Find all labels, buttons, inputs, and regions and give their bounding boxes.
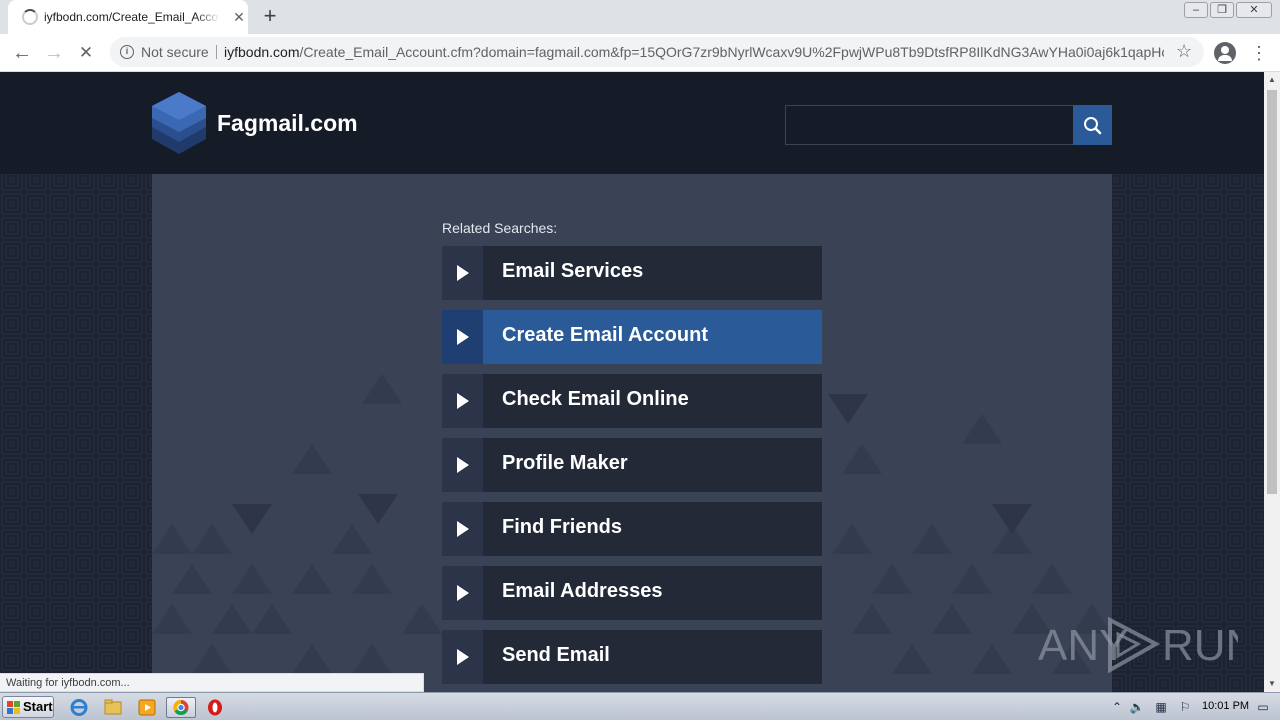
related-search-item[interactable]: Email Services — [442, 246, 822, 300]
opera-icon[interactable] — [200, 697, 230, 718]
related-search-item[interactable]: Profile Maker — [442, 438, 822, 492]
start-button[interactable]: Start — [2, 696, 54, 718]
content-panel: Related Searches: Email Services Create E… — [152, 174, 1112, 692]
tab-strip: iyfbodn.com/Create_Email_Account.cfm?dom… — [0, 0, 1280, 34]
info-icon[interactable]: i — [120, 45, 134, 59]
show-hidden-icons-icon[interactable]: ⌃ — [1109, 699, 1125, 715]
internet-explorer-icon[interactable] — [64, 697, 94, 718]
play-arrow-icon — [457, 521, 469, 537]
play-arrow-icon — [457, 457, 469, 473]
related-search-label: Create Email Account — [502, 324, 708, 346]
scroll-down-icon[interactable]: ▼ — [1264, 676, 1280, 692]
related-search-item[interactable]: Send Email — [442, 630, 822, 684]
media-player-icon[interactable] — [132, 697, 162, 718]
site-search-button[interactable] — [1073, 105, 1112, 145]
site-name[interactable]: Fagmail.com — [217, 110, 358, 137]
watermark-right-text: RUN — [1162, 621, 1238, 670]
show-desktop-icon[interactable]: ▭ — [1255, 699, 1271, 715]
address-bar[interactable]: i Not secure iyfbodn.com/Create_Email_Ac… — [110, 37, 1204, 67]
stop-loading-button[interactable]: ✕ — [73, 40, 99, 66]
anyrun-watermark-logo: ANY RUN — [1038, 616, 1238, 674]
tab-close-icon[interactable]: ✕ — [230, 8, 248, 26]
url-text[interactable]: iyfbodn.com/Create_Email_Account.cfm?dom… — [224, 44, 1164, 60]
arrow-box — [442, 566, 483, 620]
site-search-input[interactable] — [785, 105, 1074, 145]
search-icon — [1084, 117, 1102, 135]
related-search-label: Find Friends — [502, 516, 622, 538]
status-bubble: Waiting for iyfbodn.com... — [0, 673, 424, 692]
arrow-box — [442, 310, 483, 364]
play-arrow-icon — [457, 393, 469, 409]
loading-spinner-icon — [22, 9, 38, 25]
related-search-label: Profile Maker — [502, 452, 628, 474]
play-arrow-icon — [457, 329, 469, 345]
folder-icon[interactable] — [98, 697, 128, 718]
action-center-flag-icon[interactable]: ⚐ — [1177, 699, 1193, 715]
bookmark-star-icon[interactable]: ☆ — [1176, 41, 1192, 62]
page-viewport: Fagmail.com Related Searches: Email Serv… — [0, 72, 1264, 692]
arrow-box — [442, 502, 483, 556]
browser-toolbar: ← → ✕ i Not secure iyfbodn.com/Create_Em… — [0, 34, 1280, 72]
omnibox-divider — [216, 45, 217, 59]
arrow-box — [442, 374, 483, 428]
related-search-item[interactable]: Find Friends — [442, 502, 822, 556]
volume-icon[interactable]: 🔈 — [1129, 699, 1145, 715]
scroll-thumb[interactable] — [1267, 90, 1277, 494]
back-button[interactable]: ← — [9, 40, 35, 66]
arrow-box — [442, 438, 483, 492]
close-icon: ✕ — [1236, 2, 1272, 18]
scroll-up-icon[interactable]: ▲ — [1264, 72, 1280, 88]
site-header: Fagmail.com — [0, 72, 1264, 174]
related-search-label: Email Services — [502, 260, 644, 282]
tab-title: iyfbodn.com/Create_Email_Account.cfm?dom… — [44, 10, 220, 24]
site-logo-icon[interactable] — [152, 92, 206, 154]
arrow-box — [442, 246, 483, 300]
related-searches-label: Related Searches: — [442, 220, 558, 236]
new-tab-button[interactable]: + — [258, 4, 282, 28]
account-avatar-icon[interactable] — [1214, 42, 1236, 64]
watermark-left-text: ANY — [1038, 621, 1128, 670]
related-search-label: Send Email — [502, 644, 610, 666]
arrow-box — [442, 630, 483, 684]
security-label[interactable]: Not secure — [141, 44, 209, 60]
related-search-item[interactable]: Check Email Online — [442, 374, 822, 428]
network-icon[interactable]: ▦ — [1153, 699, 1169, 715]
play-arrow-icon — [457, 649, 469, 665]
browser-menu-icon[interactable]: ⋮ — [1250, 40, 1268, 66]
start-label: Start — [23, 699, 53, 714]
play-arrow-icon — [457, 585, 469, 601]
close-window-button[interactable]: ✕ — [1234, 0, 1274, 20]
related-search-label: Email Addresses — [502, 580, 663, 602]
related-search-item[interactable]: Create Email Account — [442, 310, 822, 364]
taskbar-clock[interactable]: 10:01 PM — [1202, 700, 1249, 712]
chrome-icon[interactable] — [166, 697, 196, 718]
taskbar: Start ⌃ 🔈 ▦ ⚐ 10:01 PM ▭ — [0, 692, 1280, 720]
restore-button[interactable]: ❐ — [1208, 0, 1236, 20]
restore-icon: ❐ — [1210, 2, 1234, 18]
minimize-icon: – — [1184, 2, 1208, 18]
page-scrollbar[interactable]: ▲ ▼ — [1264, 72, 1280, 692]
related-search-label: Check Email Online — [502, 388, 689, 410]
forward-button[interactable]: → — [41, 40, 67, 66]
minimize-button[interactable]: – — [1182, 0, 1210, 20]
play-arrow-icon — [457, 265, 469, 281]
url-host: iyfbodn.com — [224, 44, 300, 60]
browser-tab[interactable]: iyfbodn.com/Create_Email_Account.cfm?dom… — [8, 0, 248, 34]
system-tray: ⌃ 🔈 ▦ ⚐ 10:01 PM ▭ — [1105, 693, 1280, 720]
related-search-item[interactable]: Email Addresses — [442, 566, 822, 620]
windows-flag-icon — [7, 701, 20, 714]
url-path: /Create_Email_Account.cfm?domain=fagmail… — [299, 44, 1164, 60]
